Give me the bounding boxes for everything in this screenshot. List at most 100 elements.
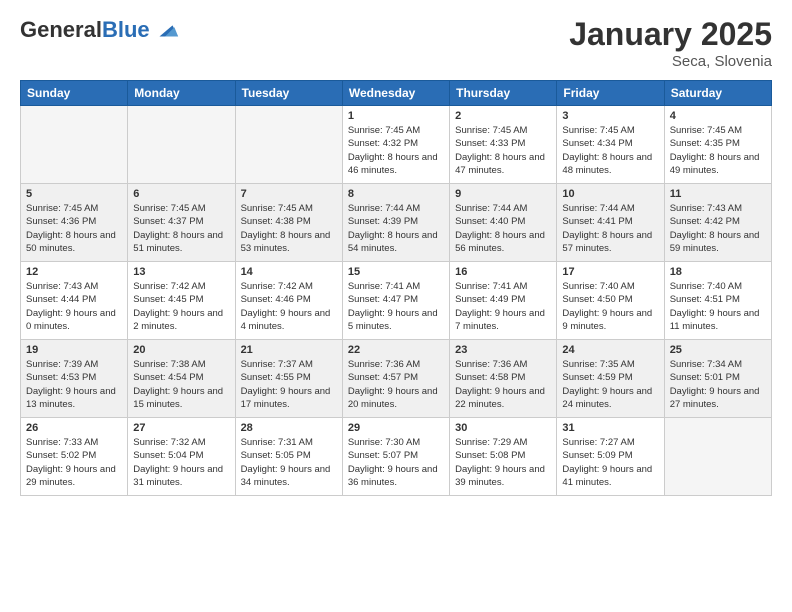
day-info: Sunrise: 7:45 AM Sunset: 4:36 PM Dayligh… xyxy=(26,202,122,255)
table-row: 4 Sunrise: 7:45 AM Sunset: 4:35 PM Dayli… xyxy=(664,106,771,184)
day-info: Sunrise: 7:45 AM Sunset: 4:33 PM Dayligh… xyxy=(455,124,551,177)
day-number: 3 xyxy=(562,110,658,122)
day-number: 7 xyxy=(241,188,337,200)
month-title: January 2025 xyxy=(569,16,772,53)
day-number: 11 xyxy=(670,188,766,200)
col-friday: Friday xyxy=(557,81,664,106)
col-wednesday: Wednesday xyxy=(342,81,449,106)
calendar-week-row: 1 Sunrise: 7:45 AM Sunset: 4:32 PM Dayli… xyxy=(21,106,772,184)
day-number: 27 xyxy=(133,422,229,434)
table-row: 7 Sunrise: 7:45 AM Sunset: 4:38 PM Dayli… xyxy=(235,184,342,262)
day-info: Sunrise: 7:35 AM Sunset: 4:59 PM Dayligh… xyxy=(562,358,658,411)
logo-general-text: General xyxy=(20,17,102,42)
day-number: 18 xyxy=(670,266,766,278)
day-info: Sunrise: 7:45 AM Sunset: 4:32 PM Dayligh… xyxy=(348,124,444,177)
day-number: 16 xyxy=(455,266,551,278)
day-number: 12 xyxy=(26,266,122,278)
day-info: Sunrise: 7:41 AM Sunset: 4:49 PM Dayligh… xyxy=(455,280,551,333)
table-row: 13 Sunrise: 7:42 AM Sunset: 4:45 PM Dayl… xyxy=(128,262,235,340)
day-info: Sunrise: 7:30 AM Sunset: 5:07 PM Dayligh… xyxy=(348,436,444,489)
day-info: Sunrise: 7:40 AM Sunset: 4:51 PM Dayligh… xyxy=(670,280,766,333)
day-info: Sunrise: 7:36 AM Sunset: 4:58 PM Dayligh… xyxy=(455,358,551,411)
table-row: 20 Sunrise: 7:38 AM Sunset: 4:54 PM Dayl… xyxy=(128,340,235,418)
table-row: 17 Sunrise: 7:40 AM Sunset: 4:50 PM Dayl… xyxy=(557,262,664,340)
table-row: 2 Sunrise: 7:45 AM Sunset: 4:33 PM Dayli… xyxy=(450,106,557,184)
day-number: 20 xyxy=(133,344,229,356)
day-info: Sunrise: 7:44 AM Sunset: 4:40 PM Dayligh… xyxy=(455,202,551,255)
day-number: 21 xyxy=(241,344,337,356)
logo-blue-text: Blue xyxy=(102,17,150,42)
day-info: Sunrise: 7:45 AM Sunset: 4:35 PM Dayligh… xyxy=(670,124,766,177)
day-info: Sunrise: 7:33 AM Sunset: 5:02 PM Dayligh… xyxy=(26,436,122,489)
table-row: 6 Sunrise: 7:45 AM Sunset: 4:37 PM Dayli… xyxy=(128,184,235,262)
calendar-header-row: Sunday Monday Tuesday Wednesday Thursday… xyxy=(21,81,772,106)
day-info: Sunrise: 7:41 AM Sunset: 4:47 PM Dayligh… xyxy=(348,280,444,333)
col-sunday: Sunday xyxy=(21,81,128,106)
day-number: 2 xyxy=(455,110,551,122)
day-info: Sunrise: 7:45 AM Sunset: 4:34 PM Dayligh… xyxy=(562,124,658,177)
day-info: Sunrise: 7:44 AM Sunset: 4:41 PM Dayligh… xyxy=(562,202,658,255)
calendar-week-row: 12 Sunrise: 7:43 AM Sunset: 4:44 PM Dayl… xyxy=(21,262,772,340)
day-number: 19 xyxy=(26,344,122,356)
day-number: 22 xyxy=(348,344,444,356)
table-row: 28 Sunrise: 7:31 AM Sunset: 5:05 PM Dayl… xyxy=(235,418,342,496)
day-info: Sunrise: 7:38 AM Sunset: 4:54 PM Dayligh… xyxy=(133,358,229,411)
table-row: 9 Sunrise: 7:44 AM Sunset: 4:40 PM Dayli… xyxy=(450,184,557,262)
table-row: 31 Sunrise: 7:27 AM Sunset: 5:09 PM Dayl… xyxy=(557,418,664,496)
table-row: 27 Sunrise: 7:32 AM Sunset: 5:04 PM Dayl… xyxy=(128,418,235,496)
day-number: 6 xyxy=(133,188,229,200)
table-row: 5 Sunrise: 7:45 AM Sunset: 4:36 PM Dayli… xyxy=(21,184,128,262)
day-number: 14 xyxy=(241,266,337,278)
calendar-week-row: 26 Sunrise: 7:33 AM Sunset: 5:02 PM Dayl… xyxy=(21,418,772,496)
day-info: Sunrise: 7:45 AM Sunset: 4:38 PM Dayligh… xyxy=(241,202,337,255)
table-row: 1 Sunrise: 7:45 AM Sunset: 4:32 PM Dayli… xyxy=(342,106,449,184)
day-number: 4 xyxy=(670,110,766,122)
day-number: 1 xyxy=(348,110,444,122)
day-info: Sunrise: 7:42 AM Sunset: 4:45 PM Dayligh… xyxy=(133,280,229,333)
table-row: 21 Sunrise: 7:37 AM Sunset: 4:55 PM Dayl… xyxy=(235,340,342,418)
day-number: 23 xyxy=(455,344,551,356)
col-monday: Monday xyxy=(128,81,235,106)
day-number: 31 xyxy=(562,422,658,434)
day-number: 24 xyxy=(562,344,658,356)
day-info: Sunrise: 7:31 AM Sunset: 5:05 PM Dayligh… xyxy=(241,436,337,489)
logo: GeneralBlue xyxy=(20,16,180,44)
day-number: 10 xyxy=(562,188,658,200)
table-row: 16 Sunrise: 7:41 AM Sunset: 4:49 PM Dayl… xyxy=(450,262,557,340)
table-row: 18 Sunrise: 7:40 AM Sunset: 4:51 PM Dayl… xyxy=(664,262,771,340)
table-row: 29 Sunrise: 7:30 AM Sunset: 5:07 PM Dayl… xyxy=(342,418,449,496)
table-row: 12 Sunrise: 7:43 AM Sunset: 4:44 PM Dayl… xyxy=(21,262,128,340)
table-row: 14 Sunrise: 7:42 AM Sunset: 4:46 PM Dayl… xyxy=(235,262,342,340)
day-info: Sunrise: 7:43 AM Sunset: 4:42 PM Dayligh… xyxy=(670,202,766,255)
day-number: 5 xyxy=(26,188,122,200)
table-row xyxy=(235,106,342,184)
day-info: Sunrise: 7:39 AM Sunset: 4:53 PM Dayligh… xyxy=(26,358,122,411)
day-number: 9 xyxy=(455,188,551,200)
table-row xyxy=(21,106,128,184)
day-number: 30 xyxy=(455,422,551,434)
day-number: 29 xyxy=(348,422,444,434)
day-info: Sunrise: 7:34 AM Sunset: 5:01 PM Dayligh… xyxy=(670,358,766,411)
day-number: 8 xyxy=(348,188,444,200)
table-row xyxy=(664,418,771,496)
day-info: Sunrise: 7:32 AM Sunset: 5:04 PM Dayligh… xyxy=(133,436,229,489)
day-info: Sunrise: 7:36 AM Sunset: 4:57 PM Dayligh… xyxy=(348,358,444,411)
col-tuesday: Tuesday xyxy=(235,81,342,106)
day-info: Sunrise: 7:44 AM Sunset: 4:39 PM Dayligh… xyxy=(348,202,444,255)
location: Seca, Slovenia xyxy=(569,53,772,70)
day-number: 17 xyxy=(562,266,658,278)
day-info: Sunrise: 7:40 AM Sunset: 4:50 PM Dayligh… xyxy=(562,280,658,333)
day-number: 15 xyxy=(348,266,444,278)
day-info: Sunrise: 7:42 AM Sunset: 4:46 PM Dayligh… xyxy=(241,280,337,333)
table-row: 3 Sunrise: 7:45 AM Sunset: 4:34 PM Dayli… xyxy=(557,106,664,184)
table-row: 15 Sunrise: 7:41 AM Sunset: 4:47 PM Dayl… xyxy=(342,262,449,340)
table-row: 30 Sunrise: 7:29 AM Sunset: 5:08 PM Dayl… xyxy=(450,418,557,496)
calendar-table: Sunday Monday Tuesday Wednesday Thursday… xyxy=(20,80,772,496)
table-row: 22 Sunrise: 7:36 AM Sunset: 4:57 PM Dayl… xyxy=(342,340,449,418)
logo-icon xyxy=(152,16,180,44)
day-number: 26 xyxy=(26,422,122,434)
col-saturday: Saturday xyxy=(664,81,771,106)
day-number: 25 xyxy=(670,344,766,356)
table-row xyxy=(128,106,235,184)
calendar-week-row: 5 Sunrise: 7:45 AM Sunset: 4:36 PM Dayli… xyxy=(21,184,772,262)
